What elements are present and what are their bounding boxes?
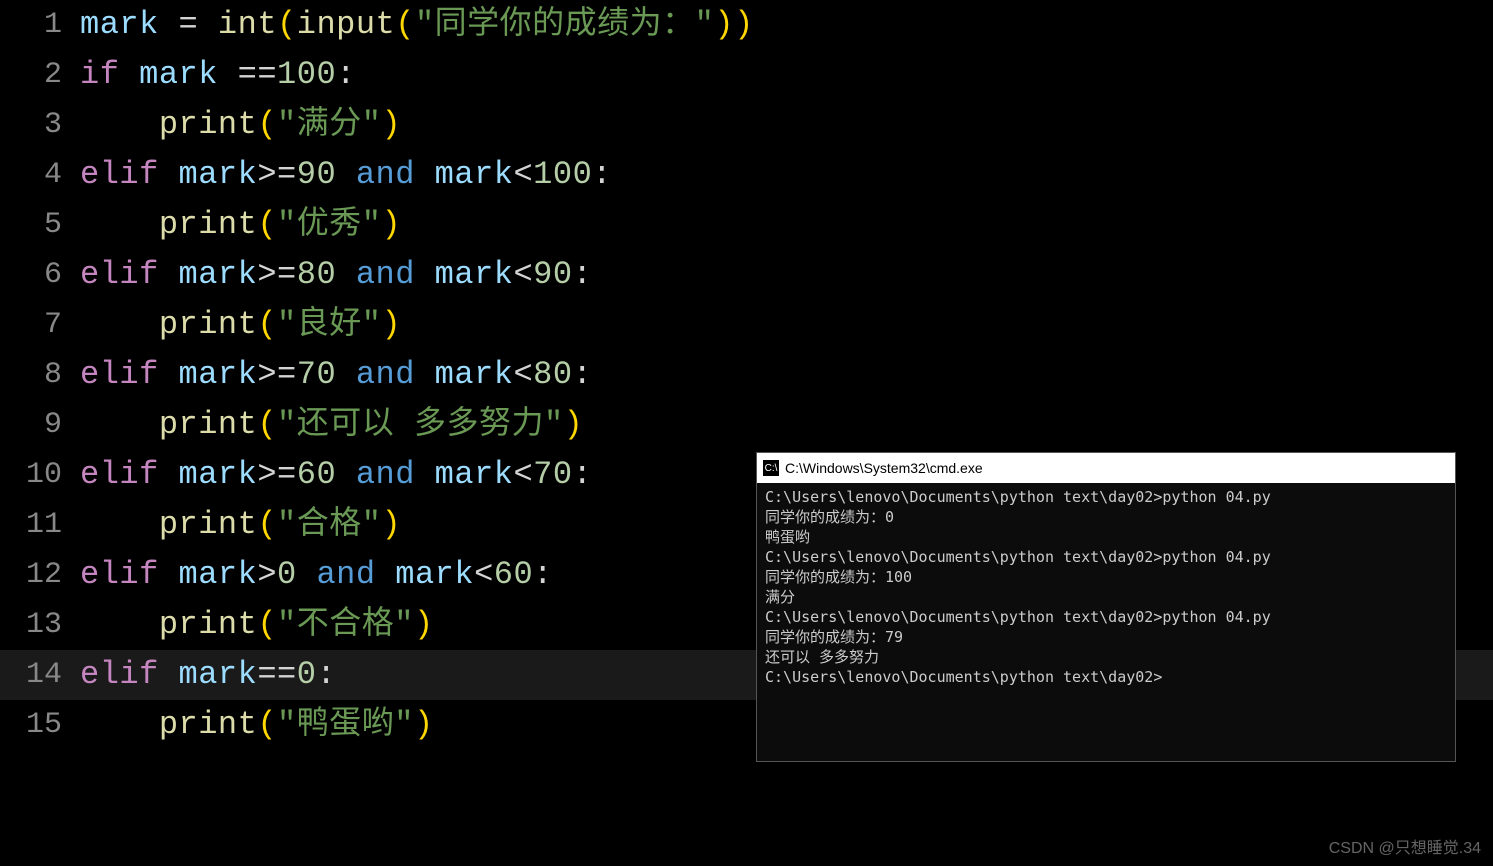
- cmd-title: C:\Windows\System32\cmd.exe: [785, 460, 983, 476]
- line-number: 13: [0, 600, 80, 650]
- line-number: 1: [0, 0, 80, 50]
- cmd-window[interactable]: C:\ C:\Windows\System32\cmd.exe C:\Users…: [756, 452, 1456, 762]
- line-number: 11: [0, 500, 80, 550]
- line-number: 12: [0, 550, 80, 600]
- code-content[interactable]: elif mark>=90 and mark<100:: [80, 150, 612, 200]
- code-content[interactable]: print("还可以 多多努力"): [80, 400, 583, 450]
- code-line[interactable]: 9 print("还可以 多多努力"): [0, 400, 1493, 450]
- line-number: 5: [0, 200, 80, 250]
- line-number: 6: [0, 250, 80, 300]
- code-line[interactable]: 3 print("满分"): [0, 100, 1493, 150]
- cmd-icon: C:\: [763, 460, 779, 476]
- line-number: 14: [0, 650, 80, 700]
- line-number: 7: [0, 300, 80, 350]
- terminal-line: 满分: [765, 587, 1447, 607]
- cmd-output[interactable]: C:\Users\lenovo\Documents\python text\da…: [757, 483, 1455, 691]
- code-line[interactable]: 6elif mark>=80 and mark<90:: [0, 250, 1493, 300]
- line-number: 4: [0, 150, 80, 200]
- line-number: 15: [0, 700, 80, 750]
- watermark: CSDN @只想睡觉.34: [1329, 834, 1481, 858]
- code-content[interactable]: if mark ==100:: [80, 50, 356, 100]
- code-content[interactable]: print("鸭蛋哟"): [80, 700, 434, 750]
- code-content[interactable]: elif mark>=70 and mark<80:: [80, 350, 592, 400]
- terminal-line: C:\Users\lenovo\Documents\python text\da…: [765, 607, 1447, 627]
- code-content[interactable]: print("优秀"): [80, 200, 401, 250]
- code-line[interactable]: 1mark = int(input("同学你的成绩为：")): [0, 0, 1493, 50]
- code-content[interactable]: print("不合格"): [80, 600, 434, 650]
- terminal-line: C:\Users\lenovo\Documents\python text\da…: [765, 667, 1447, 687]
- line-number: 2: [0, 50, 80, 100]
- code-content[interactable]: elif mark==0:: [80, 650, 336, 700]
- code-line[interactable]: 5 print("优秀"): [0, 200, 1493, 250]
- code-content[interactable]: print("满分"): [80, 100, 401, 150]
- terminal-line: 鸭蛋哟: [765, 527, 1447, 547]
- code-line[interactable]: 8elif mark>=70 and mark<80:: [0, 350, 1493, 400]
- line-number: 9: [0, 400, 80, 450]
- terminal-line: 同学你的成绩为：0: [765, 507, 1447, 527]
- line-number: 3: [0, 100, 80, 150]
- terminal-line: 同学你的成绩为：100: [765, 567, 1447, 587]
- cmd-titlebar[interactable]: C:\ C:\Windows\System32\cmd.exe: [757, 453, 1455, 483]
- code-content[interactable]: mark = int(input("同学你的成绩为：")): [80, 0, 754, 50]
- code-content[interactable]: print("合格"): [80, 500, 401, 550]
- code-content[interactable]: print("良好"): [80, 300, 401, 350]
- code-content[interactable]: elif mark>=60 and mark<70:: [80, 450, 592, 500]
- terminal-line: 还可以 多多努力: [765, 647, 1447, 667]
- code-line[interactable]: 2if mark ==100:: [0, 50, 1493, 100]
- terminal-line: C:\Users\lenovo\Documents\python text\da…: [765, 487, 1447, 507]
- terminal-line: 同学你的成绩为：79: [765, 627, 1447, 647]
- code-line[interactable]: 7 print("良好"): [0, 300, 1493, 350]
- code-content[interactable]: elif mark>0 and mark<60:: [80, 550, 553, 600]
- code-content[interactable]: elif mark>=80 and mark<90:: [80, 250, 592, 300]
- terminal-line: C:\Users\lenovo\Documents\python text\da…: [765, 547, 1447, 567]
- line-number: 10: [0, 450, 80, 500]
- line-number: 8: [0, 350, 80, 400]
- code-line[interactable]: 4elif mark>=90 and mark<100:: [0, 150, 1493, 200]
